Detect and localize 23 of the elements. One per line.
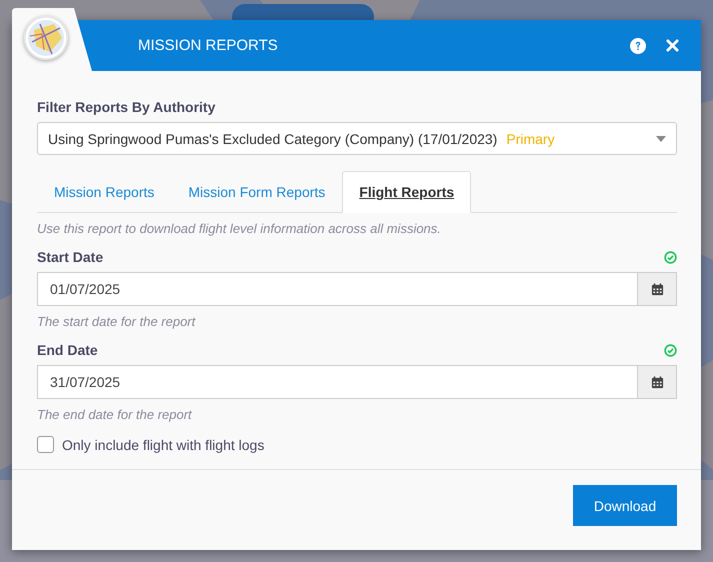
description-text: Use this report to download flight level information across all missions. xyxy=(37,221,442,236)
report-tab[interactable]: Mission Reports xyxy=(37,171,172,213)
calendar-button[interactable] xyxy=(637,273,676,305)
calendar-icon xyxy=(650,282,664,296)
help-icon[interactable] xyxy=(630,38,646,54)
checkbox-label: Only include flight with flight logs xyxy=(62,436,264,452)
field-hint: The start date for the report xyxy=(37,314,197,329)
report-tab[interactable]: Mission Form Reports xyxy=(171,171,342,213)
calendar-button[interactable] xyxy=(637,366,676,398)
download-button[interactable]: Download xyxy=(573,485,677,526)
date-label: Start Date xyxy=(37,249,104,265)
map-logo xyxy=(24,16,68,60)
date-label: End Date xyxy=(37,342,98,358)
calendar-icon xyxy=(650,376,664,388)
close-icon[interactable] xyxy=(666,39,679,52)
authority-dropdown[interactable]: Using Springwood Pumas's Excluded Category (Company) (17/01/2023) Primary xyxy=(37,122,677,155)
field-hint: The end date for the report xyxy=(37,407,193,422)
dialog-title: MISSION REPORTS xyxy=(138,37,279,54)
filter-label: Filter Reports By Authority xyxy=(37,99,216,115)
checkbox[interactable] xyxy=(37,436,54,453)
caret-icon xyxy=(656,136,666,142)
primary-label: Primary xyxy=(506,130,556,146)
report-tab[interactable]: Flight Reports xyxy=(342,171,472,213)
